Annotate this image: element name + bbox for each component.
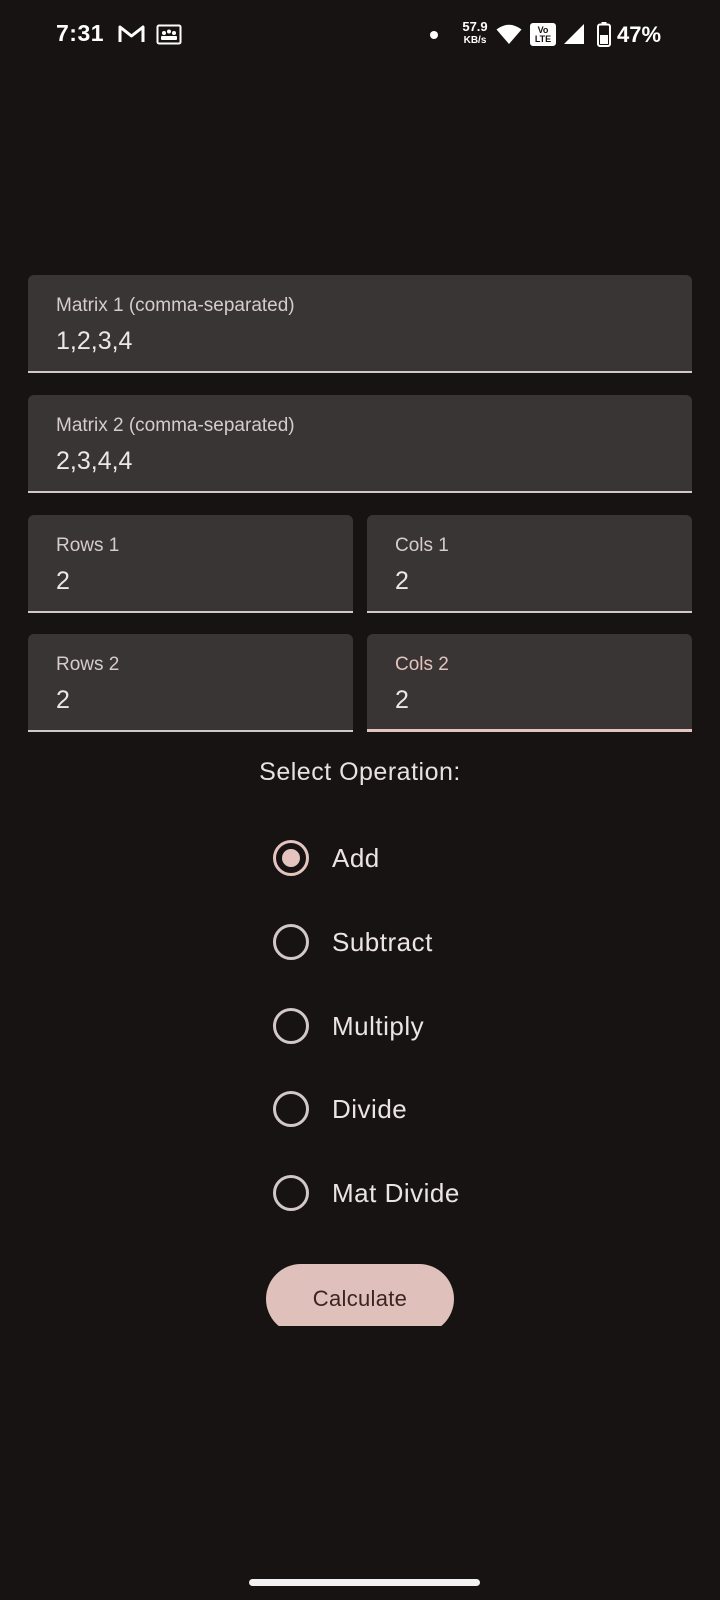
rows1-value[interactable]: 2: [56, 567, 70, 596]
matrix2-value[interactable]: 2,3,4,4: [56, 447, 132, 476]
rows2-label: Rows 2: [56, 654, 120, 675]
calculate-button[interactable]: Calculate: [266, 1264, 454, 1326]
network-speed-value: 57.9: [462, 19, 488, 34]
matrix1-field[interactable]: Matrix 1 (comma-separated) 1,2,3,4: [28, 275, 692, 373]
matrix2-field[interactable]: Matrix 2 (comma-separated) 2,3,4,4: [28, 395, 692, 493]
cols2-value[interactable]: 2: [395, 686, 409, 715]
radio-option-divide[interactable]: Divide: [270, 1085, 550, 1133]
radio-label-add[interactable]: Add: [332, 843, 380, 874]
radio-label-subtract[interactable]: Subtract: [332, 927, 433, 958]
calculate-button-container: Calculate: [266, 1264, 454, 1326]
rows2-field[interactable]: Rows 2 2: [28, 634, 353, 732]
radio-button-add[interactable]: [273, 840, 309, 876]
radio-label-divide[interactable]: Divide: [332, 1094, 407, 1125]
rows2-value[interactable]: 2: [56, 686, 70, 715]
wifi-icon: [496, 24, 522, 44]
radio-option-add[interactable]: Add: [270, 834, 550, 882]
gesture-nav-handle[interactable]: [249, 1579, 480, 1586]
volte-icon: Vo LTE: [530, 23, 556, 46]
cols1-value[interactable]: 2: [395, 567, 409, 596]
radio-label-multiply[interactable]: Multiply: [332, 1011, 424, 1042]
notification-dot-icon: [430, 31, 438, 39]
gmail-icon: [118, 25, 145, 42]
signal-icon: [564, 24, 584, 44]
cols1-label: Cols 1: [395, 535, 449, 556]
select-operation-title: Select Operation:: [259, 758, 461, 786]
radio-label-mat-divide[interactable]: Mat Divide: [332, 1178, 460, 1209]
matrix1-label: Matrix 1 (comma-separated): [56, 295, 295, 316]
network-speed-unit: KB/s: [463, 35, 487, 46]
battery-icon: [597, 22, 611, 47]
radio-option-mat-divide[interactable]: Mat Divide: [270, 1169, 550, 1217]
cols2-field[interactable]: Cols 2 2: [367, 634, 692, 732]
teams-icon: [156, 24, 182, 45]
volte-bottom-label: LTE: [534, 34, 552, 44]
matrix2-label: Matrix 2 (comma-separated): [56, 415, 295, 436]
radio-button-subtract[interactable]: [273, 924, 309, 960]
radio-option-subtract[interactable]: Subtract: [270, 918, 550, 966]
radio-option-multiply[interactable]: Multiply: [270, 1002, 550, 1050]
rows1-field[interactable]: Rows 1 2: [28, 515, 353, 613]
status-time: 7:31: [56, 20, 105, 46]
status-bar: 7:31 57.9 KB/s Vo LTE 47%: [0, 0, 720, 72]
radio-button-mat-divide[interactable]: [273, 1175, 309, 1211]
battery-percent: 47%: [617, 22, 662, 47]
cols1-field[interactable]: Cols 1 2: [367, 515, 692, 613]
cols2-label: Cols 2: [395, 654, 449, 675]
matrix1-value[interactable]: 1,2,3,4: [56, 327, 132, 356]
network-speed: 57.9 KB/s: [458, 20, 492, 46]
radio-button-multiply[interactable]: [273, 1008, 309, 1044]
rows1-label: Rows 1: [56, 535, 120, 556]
radio-button-divide[interactable]: [273, 1091, 309, 1127]
